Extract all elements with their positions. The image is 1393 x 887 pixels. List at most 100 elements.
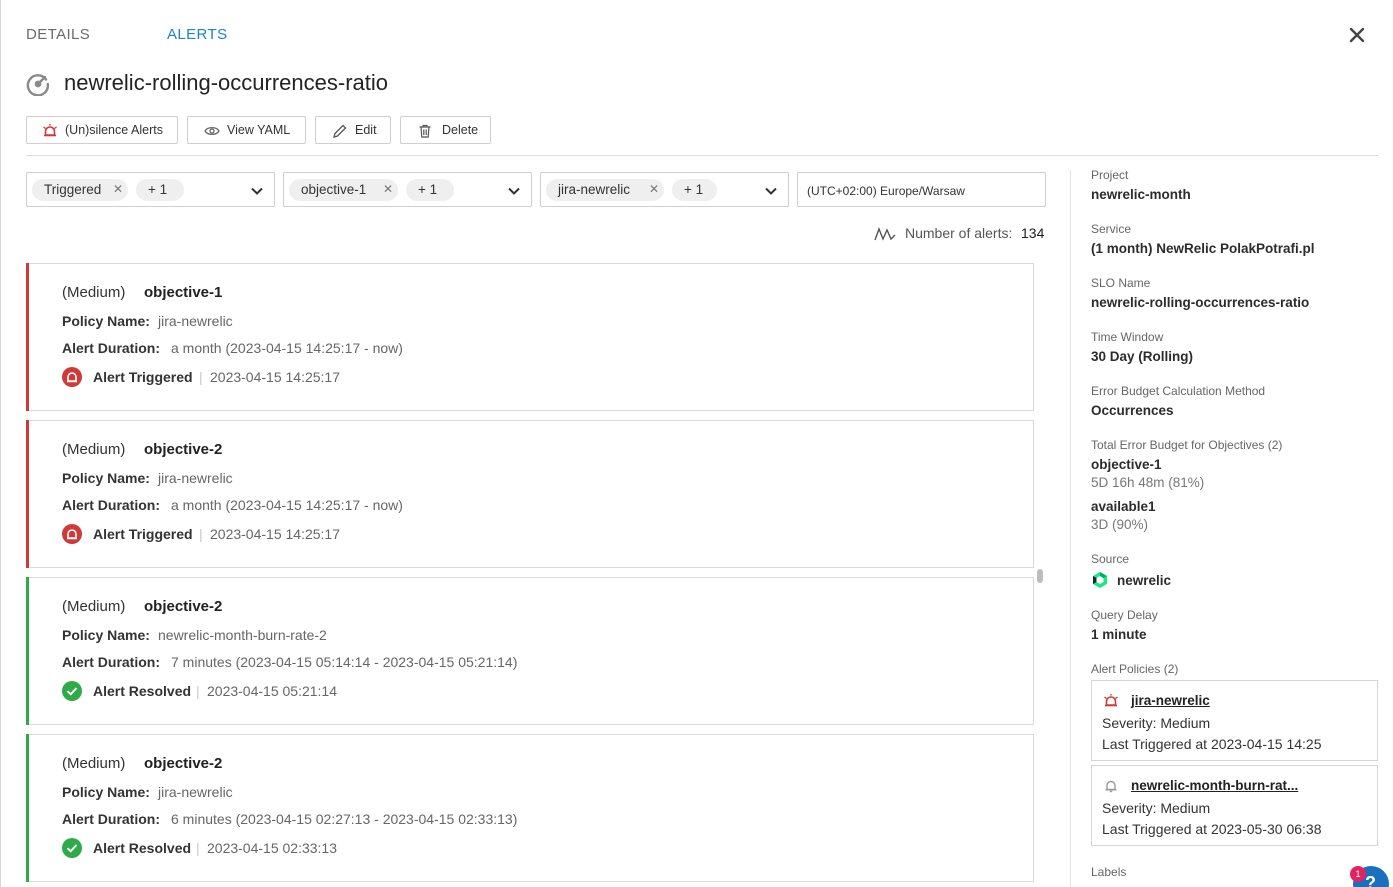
objective-name: objective-1: [1091, 457, 1162, 472]
filter-more-chip: + 1: [406, 179, 454, 201]
objective-budget: 3D (90%): [1091, 517, 1149, 532]
alert-card[interactable]: (Medium) objective-1 Policy Name: jira-new…: [26, 263, 1034, 411]
close-icon: [1349, 27, 1365, 43]
alert-policy-card[interactable]: newrelic-month-burn-rat... Severity: Med…: [1091, 765, 1378, 846]
alert-card[interactable]: (Medium) objective-2 Policy Name: newrelic…: [26, 577, 1034, 725]
policy-name-label: Policy Name:: [62, 313, 150, 329]
policy-name-value: jira-newrelic: [158, 313, 233, 329]
alert-card[interactable]: (Medium) objective-2 Policy Name: jira-new…: [26, 420, 1034, 568]
timezone-select[interactable]: (UTC+02:00) Europe/Warsaw: [797, 172, 1046, 207]
filter-more-label: + 1: [684, 182, 704, 197]
alert-duration-label: Alert Duration:: [62, 340, 160, 356]
alert-duration-value: 6 minutes (2023-04-15 02:27:13 - 2023-04…: [171, 811, 518, 827]
alert-duration-value: a month (2023-04-15 14:25:17 - now): [171, 340, 403, 356]
alert-status: Alert Resolved: [93, 840, 192, 856]
time-window-value: 30 Day (Rolling): [1091, 349, 1194, 364]
filter-more-label: + 1: [148, 182, 168, 197]
unsilence-alerts-label: (Un)silence Alerts: [65, 123, 163, 137]
policy-last-triggered: Last Triggered at 2023-05-30 06:38: [1102, 821, 1322, 837]
policy-name-label: Policy Name:: [62, 784, 150, 800]
project-label: Project: [1091, 168, 1129, 182]
alert-duration-label: Alert Duration:: [62, 811, 160, 827]
close-button[interactable]: [1346, 24, 1368, 46]
source-label: Source: [1091, 552, 1130, 566]
filter-more-chip: + 1: [136, 179, 184, 201]
filter-chip-label: objective-1: [301, 182, 367, 197]
filter-chip-label: jira-newrelic: [558, 182, 631, 197]
alert-timestamp: 2023-04-15 14:25:17: [210, 369, 340, 385]
alert-duration-label: Alert Duration:: [62, 497, 160, 513]
alarm-icon: [43, 124, 57, 137]
objective-filter[interactable]: objective-1 ✕ + 1: [283, 172, 532, 207]
error-budget-label: Total Error Budget for Objectives (2): [1091, 438, 1283, 452]
sidebar-divider: [1070, 170, 1071, 887]
policy-link[interactable]: jira-newrelic: [1131, 693, 1210, 708]
status-stripe: [26, 577, 29, 725]
alarm-triggered-icon: [62, 367, 82, 387]
timezone-value: (UTC+02:00) Europe/Warsaw: [807, 184, 965, 198]
query-delay-value: 1 minute: [1091, 627, 1147, 642]
status-stripe: [26, 734, 29, 882]
policy-severity: Severity: Medium: [1102, 800, 1211, 816]
policy-name-label: Policy Name:: [62, 470, 150, 486]
scrollbar-thumb[interactable]: [1037, 569, 1043, 583]
page-title: newrelic-rolling-occurrences-ratio: [64, 70, 388, 95]
filter-chip-label: Triggered: [44, 182, 102, 197]
tab-alerts[interactable]: ALERTS: [167, 26, 227, 43]
alert-duration-value: a month (2023-04-15 14:25:17 - now): [171, 497, 403, 513]
view-yaml-button[interactable]: View YAML: [187, 116, 306, 144]
alert-timestamp: 2023-04-15 05:21:14: [207, 683, 337, 699]
alert-objective: objective-2: [144, 598, 223, 615]
edit-button[interactable]: Edit: [315, 116, 391, 144]
wave-icon: [874, 227, 896, 241]
alert-severity: (Medium): [62, 755, 126, 772]
alert-duration-label: Alert Duration:: [62, 654, 160, 670]
trash-icon: [419, 124, 431, 138]
alert-policy-card[interactable]: jira-newrelic Severity: Medium Last Trig…: [1091, 680, 1378, 761]
separator: |: [199, 369, 203, 385]
labels-label: Labels: [1091, 865, 1127, 879]
alert-card[interactable]: (Medium) objective-2 Policy Name: jira-new…: [26, 734, 1034, 882]
slo-gauge-icon: [26, 74, 50, 96]
budget-method-label: Error Budget Calculation Method: [1091, 384, 1266, 398]
status-stripe: [26, 263, 29, 411]
chevron-down-icon: [765, 187, 777, 195]
notification-badge: 1: [1350, 866, 1366, 882]
bell-icon: [1105, 780, 1117, 793]
alarm-triggered-icon: [62, 524, 82, 544]
policy-link[interactable]: newrelic-month-burn-rat...: [1131, 778, 1298, 793]
policy-name-value: newrelic-month-burn-rate-2: [158, 627, 327, 643]
eye-icon: [204, 126, 220, 136]
filter-more-label: + 1: [418, 182, 438, 197]
newrelic-logo-icon: [1093, 572, 1107, 588]
policy-filter[interactable]: jira-newrelic ✕ + 1: [540, 172, 789, 207]
delete-button[interactable]: Delete: [400, 116, 491, 144]
delete-label: Delete: [442, 123, 479, 137]
alert-severity: (Medium): [62, 441, 126, 458]
service-value: (1 month) NewRelic PolakPotrafi.pl: [1091, 241, 1315, 256]
chip-remove-icon[interactable]: ✕: [113, 182, 123, 196]
tab-details[interactable]: DETAILS: [26, 26, 90, 43]
unsilence-alerts-button[interactable]: (Un)silence Alerts: [26, 116, 178, 144]
filter-chip: Triggered ✕: [32, 179, 128, 201]
alert-severity: (Medium): [62, 284, 126, 301]
chevron-down-icon: [251, 187, 263, 195]
source-value: newrelic: [1117, 573, 1172, 588]
edit-label: Edit: [355, 123, 377, 137]
chip-remove-icon[interactable]: ✕: [649, 182, 659, 196]
alert-objective: objective-1: [144, 284, 223, 301]
objective-name: available1: [1091, 499, 1156, 514]
chevron-down-icon: [508, 187, 520, 195]
time-window-label: Time Window: [1091, 330, 1164, 344]
chip-remove-icon[interactable]: ✕: [383, 182, 393, 196]
status-filter[interactable]: Triggered ✕ + 1: [26, 172, 275, 207]
policy-last-triggered: Last Triggered at 2023-04-15 14:25: [1102, 736, 1322, 752]
filter-chip: jira-newrelic ✕: [546, 179, 664, 201]
alert-objective: objective-2: [144, 441, 223, 458]
header-divider: [26, 155, 1378, 156]
project-value: newrelic-month: [1091, 187, 1191, 202]
check-circle-icon: [62, 838, 82, 858]
slo-name-value: newrelic-rolling-occurrences-ratio: [1091, 295, 1310, 310]
help-icon: ?: [1365, 873, 1376, 887]
service-label: Service: [1091, 222, 1132, 236]
